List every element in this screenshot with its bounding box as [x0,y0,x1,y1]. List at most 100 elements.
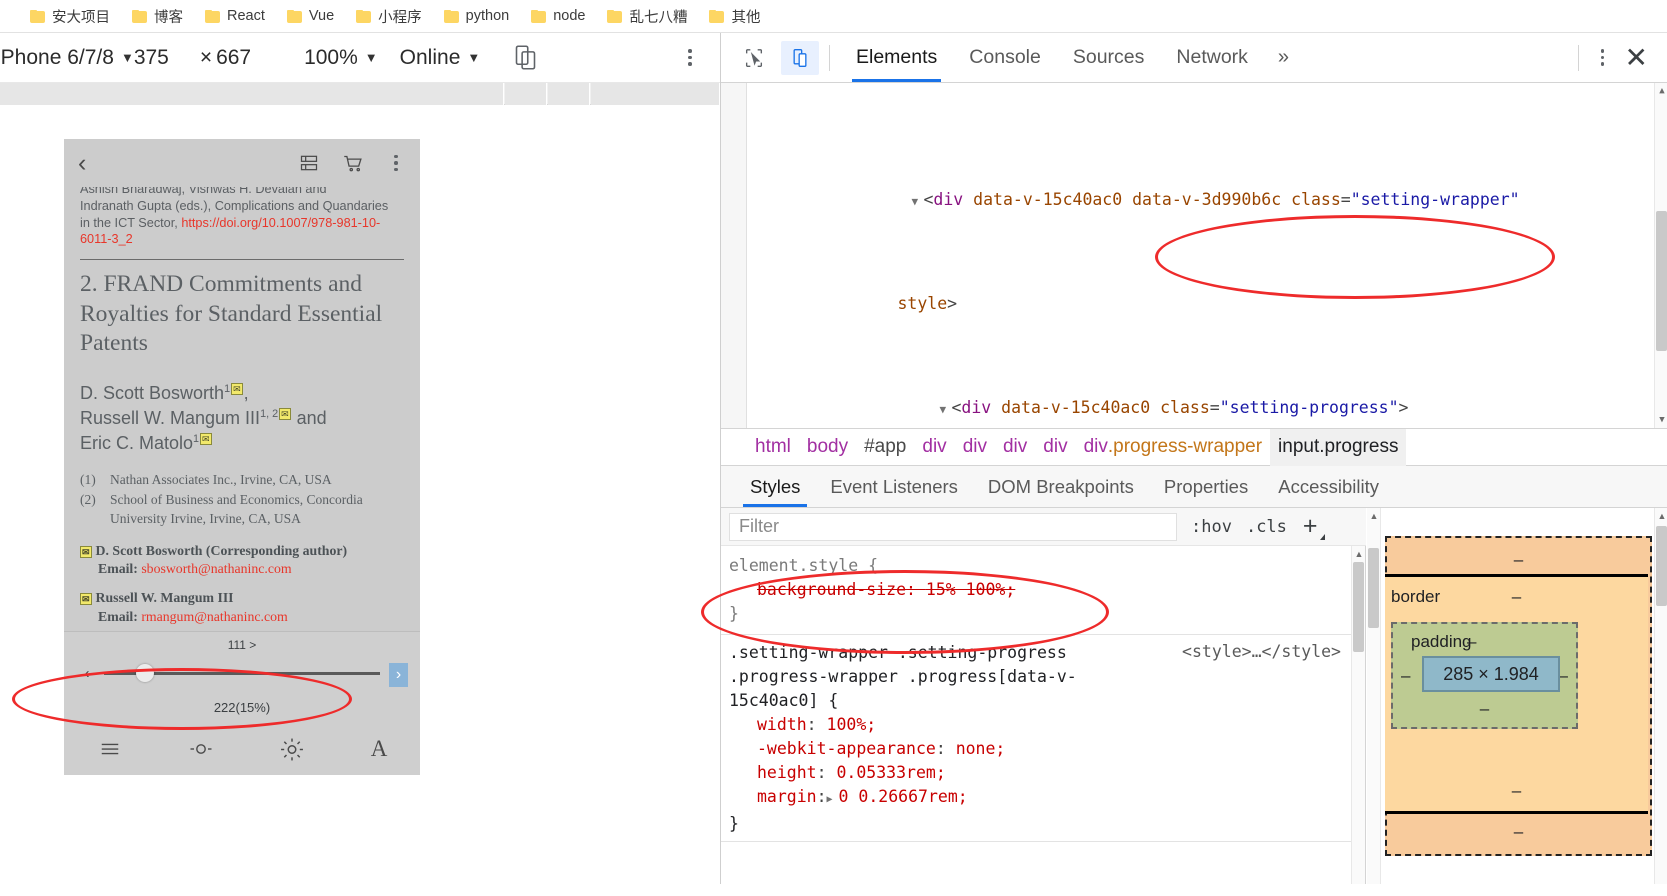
bookmark-item[interactable]: 小程序 [356,6,422,27]
brightness-high-icon[interactable] [279,737,305,762]
progress-range-slider[interactable] [104,664,380,682]
force-state-button[interactable]: :hov [1191,517,1232,537]
padding-bottom-value[interactable]: – [1480,699,1489,719]
scroll-down-icon[interactable]: ▼ [1656,414,1667,426]
css-value[interactable]: 0 0.26667rem; [839,787,968,806]
table-of-contents-icon[interactable] [298,153,320,173]
breadcrumb-item-div[interactable]: div [955,429,995,466]
brightness-low-icon[interactable] [188,737,214,761]
dom-line[interactable]: style> [748,265,1648,313]
box-model-padding[interactable]: padding – – – – 285 × 1.984 [1391,622,1578,729]
bookmark-item[interactable]: python [443,8,509,24]
device-select[interactable]: iPhone 6/7/8 ▼ [0,46,134,70]
zoom-select[interactable]: 100% ▼ [304,46,378,70]
scroll-up-icon[interactable]: ▲ [1656,85,1667,97]
margin-top-value[interactable]: – [1514,550,1523,570]
bookmark-item[interactable]: React [205,8,265,24]
scrollbar-thumb[interactable] [1353,562,1364,652]
bookmark-item[interactable]: Vue [286,8,334,24]
bookmark-item[interactable]: node [531,8,585,24]
bookmark-item[interactable]: 安大项目 [30,6,110,27]
tab-dom-breakpoints[interactable]: DOM Breakpoints [973,466,1149,507]
envelope-icon[interactable]: ✉ [279,407,291,420]
email-address[interactable]: sbosworth@nathaninc.com [141,561,291,576]
breadcrumb-item-body[interactable]: body [799,429,856,466]
padding-top-value[interactable]: – [1467,632,1476,652]
more-tabs-icon[interactable]: » [1264,46,1303,69]
scrollbar-thumb[interactable] [1656,526,1667,606]
chevron-left-small-icon[interactable]: ‹ [78,664,96,682]
css-rule-progress[interactable]: <style>…</style> .setting-wrapper .setti… [721,635,1351,842]
tab-styles[interactable]: Styles [735,466,815,507]
css-value[interactable]: none; [956,739,1006,758]
viewport-height-input[interactable]: 667 [216,46,278,70]
scroll-up-icon[interactable]: ▲ [1656,510,1667,522]
breadcrumb-item-div[interactable]: div [1035,429,1075,466]
inspect-element-icon[interactable] [735,41,773,75]
tab-elements[interactable]: Elements [840,33,953,82]
element-classes-button[interactable]: .cls [1246,517,1287,537]
css-value[interactable]: 0.05333rem; [836,763,945,782]
css-value[interactable]: 100%; [827,715,877,734]
breadcrumb-item-html[interactable]: html [747,429,799,466]
bookmark-item[interactable]: 其他 [709,6,760,27]
expand-triangle-icon[interactable]: ▼ [939,397,951,423]
expand-shorthand-icon[interactable]: ▶ [827,788,839,812]
border-bottom-value[interactable]: – [1512,781,1521,801]
styles-scrollbar[interactable]: ▲ [1351,546,1365,884]
dom-line[interactable]: ▼ <div data-v-15c40ac0 class="setting-pro… [748,369,1648,417]
bookmark-item[interactable]: 乱七八糟 [607,6,687,27]
styles-pane-scrollbar[interactable]: ▲ [1367,508,1381,884]
scrollbar-thumb[interactable] [1656,211,1667,351]
css-property[interactable]: margin [757,787,817,806]
box-model-content[interactable]: 285 × 1.984 [1422,656,1560,692]
box-model-scrollbar[interactable]: ▲ [1654,508,1667,884]
shopping-cart-icon[interactable] [342,153,364,174]
tab-network[interactable]: Network [1160,33,1264,82]
envelope-icon[interactable]: ✉ [200,432,212,445]
more-vertical-icon[interactable] [386,152,406,174]
viewport-width-input[interactable]: 375 [134,46,196,70]
tab-event-listeners[interactable]: Event Listeners [815,466,973,507]
breadcrumb-item-div[interactable]: div [914,429,954,466]
css-selector[interactable]: element.style { [729,556,878,575]
css-selector[interactable]: .setting-wrapper .setting-progress .prog… [729,643,1077,710]
border-top-value[interactable]: – [1512,587,1521,607]
search-input[interactable]: Filter [729,512,1177,541]
rotate-icon[interactable] [510,43,540,73]
bookmark-item[interactable]: 博客 [132,6,183,27]
envelope-icon[interactable]: ✉ [231,382,243,395]
throttling-select[interactable]: Online ▼ [400,46,481,70]
dom-tree[interactable]: ▼ <div data-v-15c40ac0 data-v-3d990b6c cl… [721,83,1667,428]
close-icon[interactable]: ✕ [1619,43,1654,72]
tab-sources[interactable]: Sources [1057,33,1161,82]
css-property[interactable]: -webkit-appearance [757,739,936,758]
breadcrumb-item-app[interactable]: #app [856,429,914,466]
margin-bottom-value[interactable]: – [1514,822,1523,842]
padding-left-value[interactable]: – [1401,666,1410,686]
tab-accessibility[interactable]: Accessibility [1263,466,1394,507]
font-size-icon[interactable]: A [371,736,388,762]
css-declaration[interactable]: background-size: 15% 100%; [757,580,1015,599]
chevron-right-small-icon[interactable]: › [389,663,408,687]
back-arrow-icon[interactable]: ‹ [78,150,86,176]
expand-triangle-icon[interactable]: ▼ [911,189,923,215]
stylesheet-source-link[interactable]: <style>…</style> [1182,640,1341,664]
css-property[interactable]: height [757,763,817,782]
menu-icon[interactable] [97,738,123,760]
email-address[interactable]: rmangum@nathaninc.com [141,609,287,624]
breadcrumb-item-progress-wrapper[interactable]: div .progress-wrapper [1076,429,1270,466]
scroll-up-icon[interactable]: ▲ [1368,510,1380,522]
dom-tree-scrollbar[interactable]: ▲ ▼ [1654,83,1667,428]
tab-properties[interactable]: Properties [1149,466,1263,507]
plus-icon[interactable]: + [1303,514,1325,540]
scroll-up-icon[interactable]: ▲ [1353,548,1365,560]
dom-line[interactable]: ▼ <div data-v-15c40ac0 data-v-3d990b6c cl… [748,161,1648,209]
css-property[interactable]: width [757,715,807,734]
devtools-more-icon[interactable] [1593,47,1613,69]
tab-console[interactable]: Console [953,33,1057,82]
device-more-options-icon[interactable] [680,47,700,69]
breadcrumb-item-div[interactable]: div [995,429,1035,466]
breadcrumb-item-input-progress[interactable]: input.progress [1270,428,1407,466]
scrollbar-thumb[interactable] [1368,548,1379,628]
